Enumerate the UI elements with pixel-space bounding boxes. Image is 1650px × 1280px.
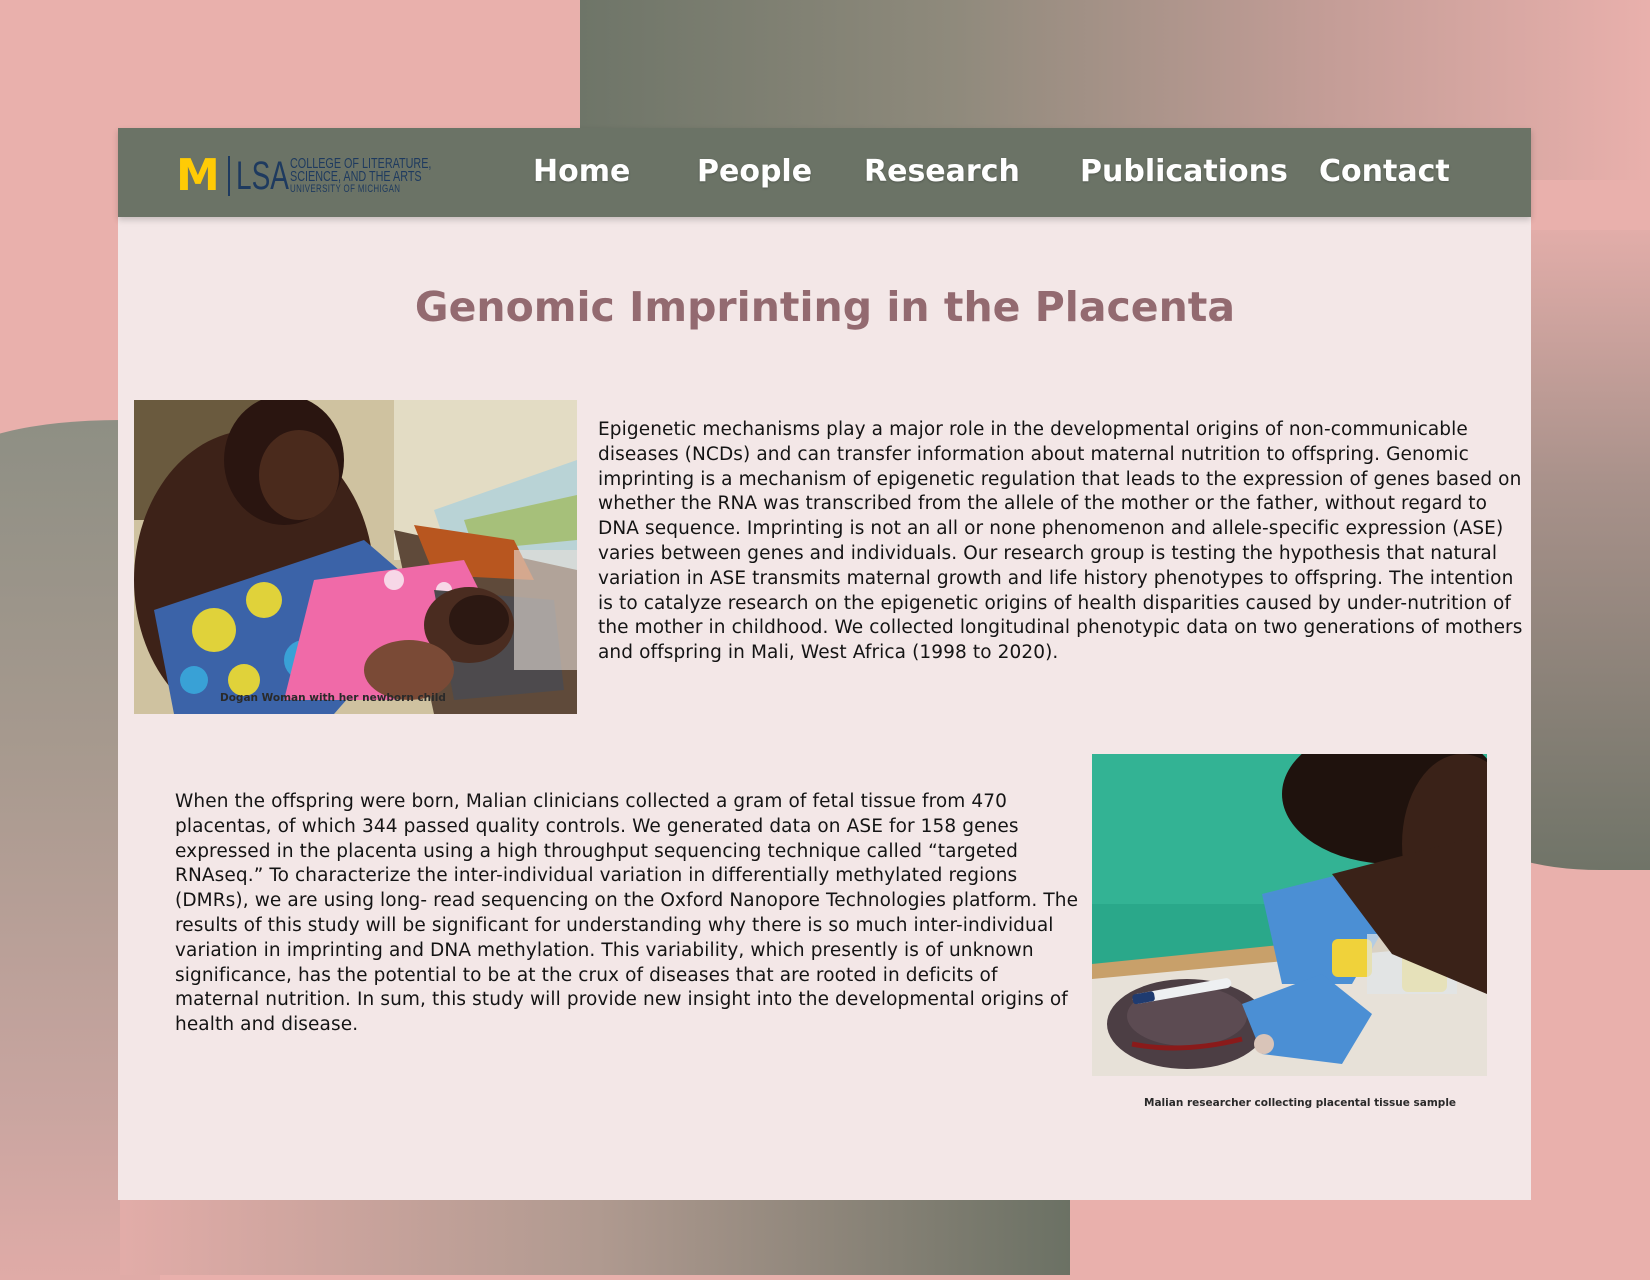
mother-photo-caption: Dogan Woman with her newborn child xyxy=(220,692,446,704)
page-title: Genomic Imprinting in the Placenta xyxy=(414,283,1236,331)
researcher-illustration xyxy=(1092,754,1487,1076)
page-card: M LSA COLLEGE OF LITERATURE, SCIENCE, AN… xyxy=(118,128,1531,1200)
mother-newborn-photo xyxy=(134,400,577,714)
researcher-photo-caption: Malian researcher collecting placental t… xyxy=(1144,1097,1457,1109)
block-m-logo: M xyxy=(176,150,220,201)
mother-newborn-illustration xyxy=(134,400,577,714)
logo-divider xyxy=(227,156,230,196)
nav-contact[interactable]: Contact xyxy=(1319,154,1450,189)
intro-paragraph: Epigenetic mechanisms play a major role … xyxy=(598,419,1523,664)
nav-home[interactable]: Home xyxy=(533,154,630,189)
methods-paragraph: When the offspring were born, Malian cli… xyxy=(175,791,1079,1036)
researcher-photo xyxy=(1092,754,1487,1076)
college-name: COLLEGE OF LITERATURE, SCIENCE, AND THE … xyxy=(289,156,431,196)
nav-publications[interactable]: Publications xyxy=(1080,154,1288,189)
nav-research[interactable]: Research xyxy=(864,154,1020,189)
navbar: M LSA COLLEGE OF LITERATURE, SCIENCE, AN… xyxy=(118,128,1531,217)
college-line-2: SCIENCE, AND THE ARTS xyxy=(289,167,422,185)
nav-people[interactable]: People xyxy=(697,154,812,189)
lsa-wordmark: LSA xyxy=(235,154,289,198)
lsa-logo[interactable]: M LSA COLLEGE OF LITERATURE, SCIENCE, AN… xyxy=(176,150,486,201)
